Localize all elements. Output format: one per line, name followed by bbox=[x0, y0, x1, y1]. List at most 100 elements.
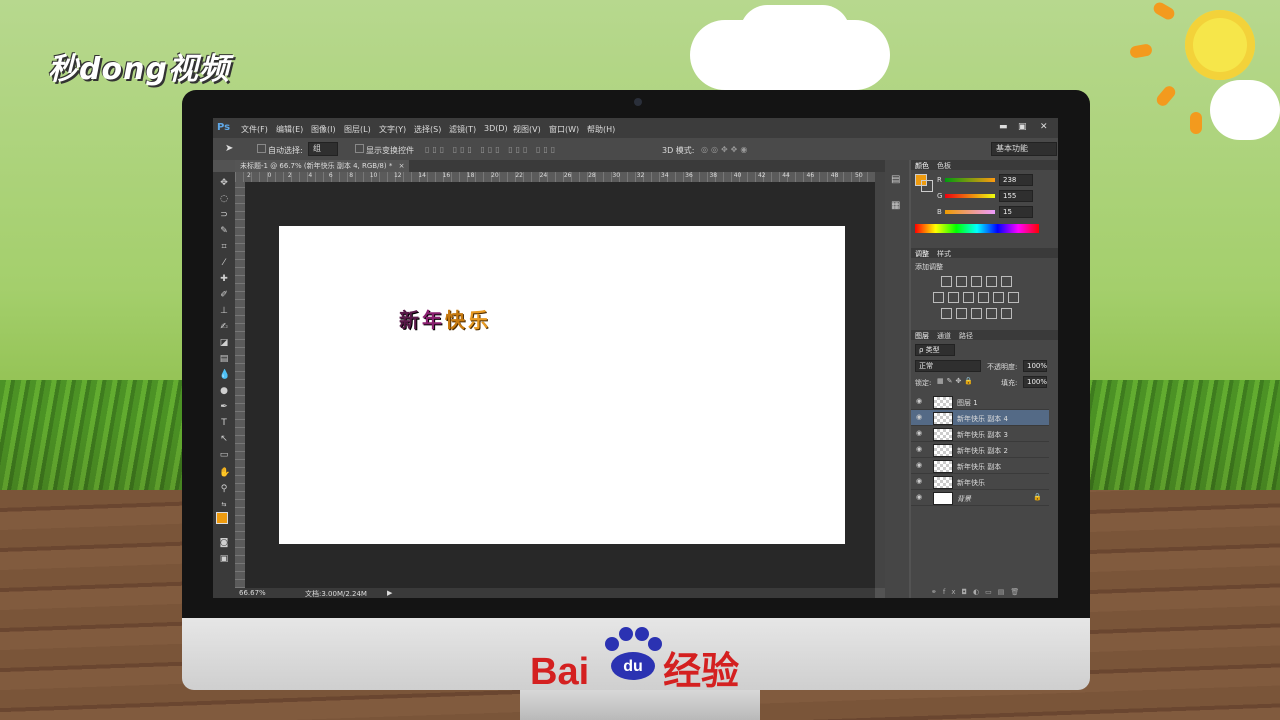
visibility-eye-icon[interactable]: ◉ bbox=[916, 493, 924, 501]
menu-filter[interactable]: 滤镜(T) bbox=[449, 124, 476, 135]
layer-row[interactable]: ◉ 新年快乐 副本 2 bbox=[911, 442, 1049, 458]
quick-select-tool-icon[interactable]: ✎ bbox=[219, 226, 229, 236]
visibility-eye-icon[interactable]: ◉ bbox=[916, 397, 924, 405]
document-canvas[interactable]: 新年快乐 bbox=[279, 226, 845, 544]
tab-color[interactable]: 颜色 bbox=[915, 161, 929, 171]
gradient-map-icon[interactable] bbox=[986, 308, 997, 319]
workspace-dropdown[interactable]: 基本功能 bbox=[991, 142, 1057, 156]
auto-select-checkbox[interactable] bbox=[257, 144, 266, 153]
visibility-eye-icon[interactable]: ◉ bbox=[916, 429, 924, 437]
status-arrow-icon[interactable]: ▶ bbox=[387, 589, 392, 597]
g-value[interactable]: 155 bbox=[999, 190, 1033, 202]
photo-filter-icon[interactable] bbox=[978, 292, 989, 303]
b-slider[interactable] bbox=[945, 210, 995, 214]
marquee-tool-icon[interactable]: ◌ bbox=[219, 194, 229, 204]
lock-icons[interactable]: ▦✎✥🔒 bbox=[937, 377, 976, 385]
tab-adjustments[interactable]: 调整 bbox=[915, 249, 929, 259]
shape-tool-icon[interactable]: ▭ bbox=[219, 450, 229, 460]
layer-row-selected[interactable]: ◉ 新年快乐 副本 4 bbox=[911, 410, 1049, 426]
selective-color-icon[interactable] bbox=[1001, 308, 1012, 319]
restore-button[interactable]: ▣ bbox=[1018, 122, 1027, 132]
history-panel-icon[interactable]: ▤ bbox=[891, 174, 900, 185]
hue-saturation-icon[interactable] bbox=[933, 292, 944, 303]
crop-tool-icon[interactable]: ⌗ bbox=[219, 242, 229, 252]
eraser-tool-icon[interactable]: ◪ bbox=[219, 338, 229, 348]
channel-mixer-icon[interactable] bbox=[993, 292, 1004, 303]
posterize-icon[interactable] bbox=[956, 308, 967, 319]
color-lookup-icon[interactable] bbox=[1008, 292, 1019, 303]
visibility-eye-icon[interactable]: ◉ bbox=[916, 445, 924, 453]
eyedropper-tool-icon[interactable]: ⁄ bbox=[219, 258, 229, 268]
fill-input[interactable]: 100% bbox=[1023, 376, 1047, 388]
show-transform-checkbox[interactable] bbox=[355, 144, 364, 153]
exposure-icon[interactable] bbox=[986, 276, 997, 287]
dodge-tool-icon[interactable]: ● bbox=[219, 386, 229, 396]
color-balance-icon[interactable] bbox=[948, 292, 959, 303]
bg-color-chip[interactable] bbox=[921, 180, 933, 192]
gradient-tool-icon[interactable]: ▤ bbox=[219, 354, 229, 364]
visibility-eye-icon[interactable]: ◉ bbox=[916, 461, 924, 469]
black-white-icon[interactable] bbox=[963, 292, 974, 303]
path-select-tool-icon[interactable]: ↖ bbox=[219, 434, 229, 444]
history-brush-icon[interactable]: ✍ bbox=[219, 322, 229, 332]
tab-channels[interactable]: 通道 bbox=[937, 331, 951, 341]
r-value[interactable]: 238 bbox=[999, 174, 1033, 186]
tab-paths[interactable]: 路径 bbox=[959, 331, 973, 341]
delete-layer-icon[interactable]: 🗑 bbox=[1010, 588, 1025, 596]
minimize-button[interactable]: ▬ bbox=[999, 122, 1008, 132]
vibrance-icon[interactable] bbox=[1001, 276, 1012, 287]
menu-help[interactable]: 帮助(H) bbox=[587, 124, 615, 135]
menu-3d[interactable]: 3D(D) bbox=[484, 124, 508, 133]
r-slider[interactable] bbox=[945, 178, 995, 182]
pen-tool-icon[interactable]: ✒ bbox=[219, 402, 229, 412]
threshold-icon[interactable] bbox=[971, 308, 982, 319]
lasso-tool-icon[interactable]: ⊃ bbox=[219, 210, 229, 220]
menu-image[interactable]: 图像(I) bbox=[311, 124, 336, 135]
canvas-text-layer[interactable]: 新年快乐 bbox=[399, 304, 491, 333]
blur-tool-icon[interactable]: 💧 bbox=[219, 370, 230, 380]
quick-mask-icon[interactable]: ◙ bbox=[219, 538, 229, 548]
mask-icon[interactable]: ◘ bbox=[961, 588, 973, 596]
hand-tool-icon[interactable]: ✋ bbox=[219, 468, 230, 478]
tab-layers[interactable]: 图层 bbox=[915, 331, 929, 341]
tab-swatches[interactable]: 色板 bbox=[937, 161, 951, 171]
link-layers-icon[interactable]: ⚭ bbox=[931, 588, 943, 596]
close-button[interactable]: ✕ bbox=[1040, 122, 1048, 132]
zoom-level[interactable]: 66.67% bbox=[239, 589, 266, 597]
visibility-eye-icon[interactable]: ◉ bbox=[916, 413, 924, 421]
g-slider[interactable] bbox=[945, 194, 995, 198]
default-colors-icon[interactable]: ⇆ bbox=[219, 500, 229, 510]
foreground-color-swatch[interactable] bbox=[216, 512, 228, 524]
layer-row[interactable]: ◉ 新年快乐 副本 bbox=[911, 458, 1049, 474]
levels-icon[interactable] bbox=[956, 276, 967, 287]
healing-tool-icon[interactable]: ✚ bbox=[219, 274, 229, 284]
brightness-icon[interactable] bbox=[941, 276, 952, 287]
layer-row[interactable]: ◉ 新年快乐 bbox=[911, 474, 1049, 490]
auto-select-dropdown[interactable]: 组 bbox=[308, 142, 338, 156]
menu-edit[interactable]: 编辑(E) bbox=[276, 124, 303, 135]
menu-view[interactable]: 视图(V) bbox=[513, 124, 541, 135]
document-tab-close[interactable]: × bbox=[399, 162, 405, 170]
3d-mode-icons[interactable]: ◎◎✥✥◉ bbox=[701, 145, 750, 154]
type-tool-icon[interactable]: T bbox=[219, 418, 229, 428]
align-icons[interactable]: ▯▯▯ ▯▯▯ ▯▯▯ ▯▯▯ ▯▯▯ bbox=[425, 145, 558, 154]
fx-icon[interactable]: fx bbox=[943, 588, 962, 596]
tab-styles[interactable]: 样式 bbox=[937, 249, 951, 259]
blend-mode-dropdown[interactable]: 正常 bbox=[915, 360, 981, 372]
adjustment-layer-icon[interactable]: ◐ bbox=[973, 588, 985, 596]
menu-window[interactable]: 窗口(W) bbox=[549, 124, 579, 135]
menu-layer[interactable]: 图层(L) bbox=[344, 124, 371, 135]
b-value[interactable]: 15 bbox=[999, 206, 1033, 218]
visibility-eye-icon[interactable]: ◉ bbox=[916, 477, 924, 485]
properties-panel-icon[interactable]: ▦ bbox=[891, 200, 900, 211]
new-layer-icon[interactable]: ▤ bbox=[998, 588, 1011, 596]
menu-type[interactable]: 文字(Y) bbox=[379, 124, 406, 135]
color-spectrum[interactable] bbox=[915, 224, 1039, 233]
menu-file[interactable]: 文件(F) bbox=[241, 124, 268, 135]
layer-row[interactable]: ◉ 新年快乐 副本 3 bbox=[911, 426, 1049, 442]
move-tool-icon[interactable]: ➤ bbox=[225, 143, 233, 154]
brush-tool-icon[interactable]: ✐ bbox=[219, 290, 229, 300]
stamp-tool-icon[interactable]: ⊥ bbox=[219, 306, 229, 316]
layer-row[interactable]: ◉ 图层 1 bbox=[911, 394, 1049, 410]
menu-select[interactable]: 选择(S) bbox=[414, 124, 441, 135]
